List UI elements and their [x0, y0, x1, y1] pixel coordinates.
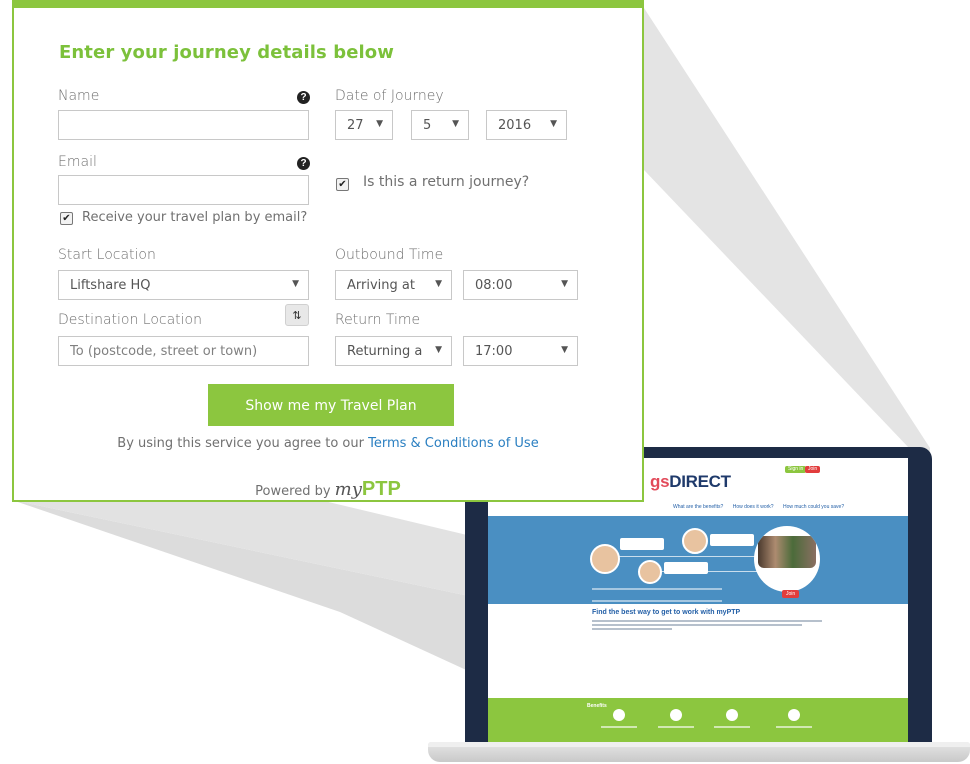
return-time-value: 17:00 — [475, 344, 513, 359]
return-time-label: Return Time — [335, 312, 421, 328]
mini-card — [664, 562, 708, 574]
avatar — [638, 560, 662, 584]
email-opt-in-label: Receive your travel plan by email? — [82, 210, 308, 225]
month-select[interactable]: 5 ▼ — [411, 110, 469, 140]
date-label: Date of Journey — [335, 88, 444, 104]
email-help-icon[interactable]: ? — [297, 157, 310, 170]
destination-location-input[interactable] — [59, 337, 308, 365]
myptp-logo-ptp: PTP — [361, 478, 401, 500]
mini-hero-photo — [754, 526, 820, 592]
myptp-logo-my: my — [334, 479, 362, 500]
swap-locations-icon[interactable]: ⇅ — [285, 304, 309, 326]
chevron-down-icon: ▼ — [435, 279, 442, 289]
mini-nav-item[interactable]: How much could you save? — [783, 504, 844, 510]
outbound-time-select[interactable]: 08:00 ▼ — [463, 270, 578, 300]
terms-text: By using this service you agree to our T… — [14, 436, 642, 451]
chevron-down-icon: ▼ — [452, 119, 459, 129]
email-label: Email — [58, 154, 97, 170]
return-mode-value: Returning a — [347, 344, 423, 359]
return-journey-checkbox[interactable]: ✔ — [336, 178, 349, 191]
powered-by: Powered by myPTP — [14, 478, 642, 501]
outbound-time-label: Outbound Time — [335, 247, 444, 263]
start-location-value: Liftshare HQ — [70, 278, 151, 293]
outbound-time-value: 08:00 — [475, 278, 513, 293]
destination-location-field[interactable] — [58, 336, 309, 366]
start-location-label: Start Location — [58, 247, 156, 263]
email-opt-in-checkbox[interactable]: ✔ — [60, 212, 73, 225]
name-field[interactable] — [58, 110, 309, 140]
outbound-mode-select[interactable]: Arriving at ▼ — [335, 270, 452, 300]
mini-nav: What are the benefits? How does it work?… — [673, 504, 852, 510]
return-time-select[interactable]: 17:00 ▼ — [463, 336, 578, 366]
avatar — [590, 544, 620, 574]
email-field[interactable] — [58, 175, 309, 205]
terms-prefix: By using this service you agree to our — [117, 436, 364, 451]
laptop-base — [428, 742, 970, 762]
mini-card — [710, 534, 754, 546]
show-travel-plan-button[interactable]: Show me my Travel Plan — [208, 384, 454, 426]
form-heading: Enter your journey details below — [59, 42, 394, 63]
return-journey-label: Is this a return journey? — [363, 174, 530, 190]
site-logo: gsDIRECT — [650, 472, 731, 491]
chevron-down-icon: ▼ — [561, 279, 568, 289]
mini-benefits-title: Benefits — [587, 703, 607, 709]
terms-link[interactable]: Terms & Conditions of Use — [368, 436, 539, 451]
fuel-icon — [726, 709, 738, 721]
mini-section-title: Find the best way to get to work with my… — [592, 609, 741, 616]
day-value: 27 — [347, 118, 364, 133]
year-value: 2016 — [498, 118, 532, 133]
cloud-icon — [670, 709, 682, 721]
name-help-icon[interactable]: ? — [297, 91, 310, 104]
email-input[interactable] — [59, 176, 308, 204]
mini-card — [620, 538, 664, 550]
journey-form-panel: Enter your journey details below Name ? … — [12, 0, 644, 502]
chevron-down-icon: ▼ — [550, 119, 557, 129]
name-input[interactable] — [59, 111, 308, 139]
mini-nav-item[interactable]: What are the benefits? — [673, 504, 723, 510]
year-select[interactable]: 2016 ▼ — [486, 110, 567, 140]
chevron-down-icon: ▼ — [435, 345, 442, 355]
mini-hero-banner: Join — [488, 516, 908, 604]
powered-by-label: Powered by — [255, 484, 331, 499]
mini-benefits-section: Benefits — [488, 698, 908, 743]
chevron-down-icon: ▼ — [376, 119, 383, 129]
mini-hero-join-button[interactable]: Join — [782, 590, 800, 598]
month-value: 5 — [423, 118, 432, 133]
mini-hero-text — [592, 588, 722, 602]
mini-nav-item[interactable]: How does it work? — [733, 504, 774, 510]
car-icon — [613, 709, 625, 721]
destination-location-label: Destination Location — [58, 312, 202, 328]
avatar — [682, 528, 708, 554]
day-select[interactable]: 27 ▼ — [335, 110, 393, 140]
outbound-mode-value: Arriving at — [347, 278, 415, 293]
mini-join-button[interactable]: Join — [805, 466, 821, 473]
mini-signin-button[interactable]: Sign in — [785, 466, 807, 473]
chevron-down-icon: ▼ — [292, 279, 299, 289]
chevron-down-icon: ▼ — [561, 345, 568, 355]
start-location-select[interactable]: Liftshare HQ ▼ — [58, 270, 309, 300]
clock-icon — [788, 709, 800, 721]
name-label: Name — [58, 88, 100, 104]
return-mode-select[interactable]: Returning a ▼ — [335, 336, 452, 366]
